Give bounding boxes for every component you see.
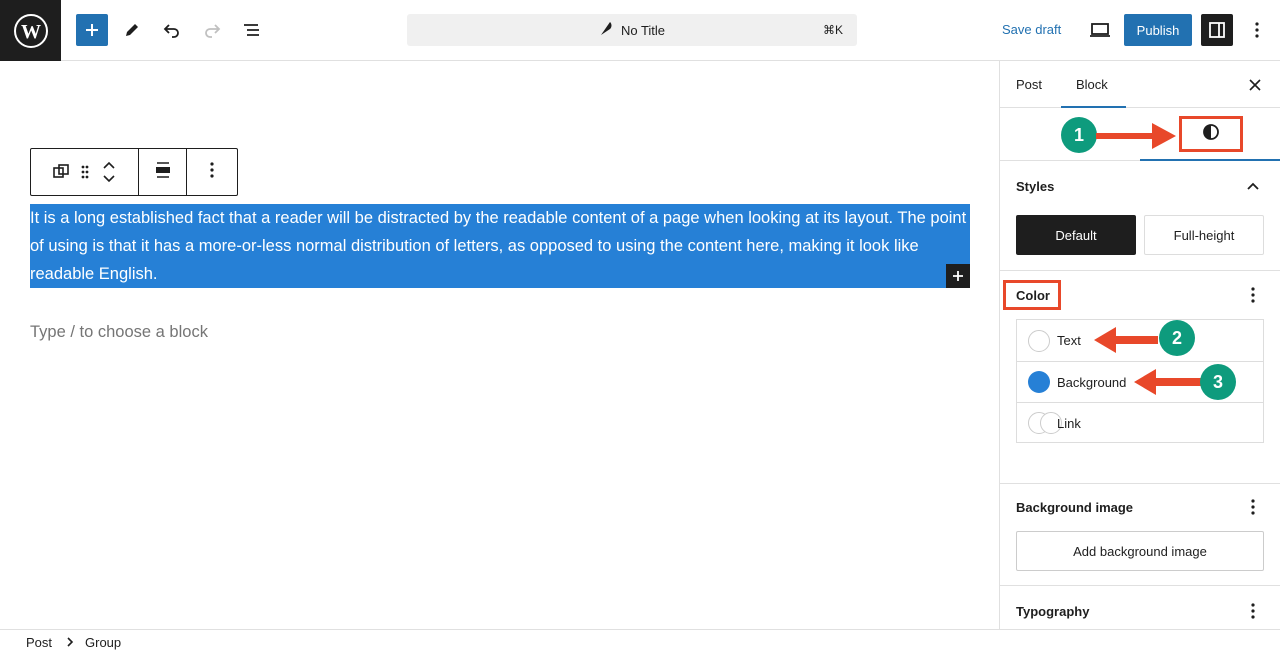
command-palette-bar[interactable]: No Title ⌘K bbox=[407, 14, 857, 46]
feather-pen-icon bbox=[599, 20, 613, 41]
typography-title: Typography bbox=[1016, 604, 1090, 619]
publish-button[interactable]: Publish bbox=[1124, 14, 1192, 46]
add-background-image-button[interactable]: Add background image bbox=[1016, 531, 1264, 571]
styles-tab-indicator bbox=[1140, 159, 1280, 161]
block-options-button[interactable] bbox=[187, 149, 237, 195]
undo-icon[interactable] bbox=[156, 14, 188, 46]
color-item-label: Text bbox=[1057, 333, 1081, 348]
breadcrumb-group[interactable]: Group bbox=[85, 635, 121, 650]
color-panel-title: Color bbox=[1016, 288, 1050, 303]
empty-swatch-icon bbox=[1028, 329, 1050, 352]
chevron-up-icon[interactable] bbox=[1241, 174, 1265, 198]
editor-canvas[interactable]: It is a long established fact that a rea… bbox=[0, 61, 999, 629]
panel-divider bbox=[1000, 585, 1280, 586]
background-image-title: Background image bbox=[1016, 500, 1134, 515]
close-icon[interactable] bbox=[1243, 73, 1267, 97]
block-subtabs: 1 bbox=[1000, 108, 1280, 161]
drag-handle-icon[interactable] bbox=[73, 149, 97, 195]
annotation-arrow-1 bbox=[1096, 123, 1176, 149]
paragraph-text[interactable]: It is a long established fact that a rea… bbox=[30, 209, 966, 283]
annotation-arrow-2 bbox=[1094, 327, 1158, 353]
breadcrumb: Post Group bbox=[0, 629, 1280, 654]
options-menu-icon[interactable] bbox=[1241, 14, 1273, 46]
breadcrumb-post[interactable]: Post bbox=[26, 635, 52, 650]
document-title: No Title bbox=[620, 22, 666, 38]
annotation-arrow-3 bbox=[1134, 369, 1202, 395]
color-item-label: Link bbox=[1057, 415, 1081, 431]
color-item-label: Background bbox=[1057, 374, 1127, 390]
typography-options-icon[interactable] bbox=[1241, 599, 1265, 623]
tab-post[interactable]: Post bbox=[1016, 77, 1042, 92]
block-toolbar bbox=[30, 148, 238, 196]
background-image-options-icon[interactable] bbox=[1241, 495, 1265, 519]
shortcut-hint: ⌘K bbox=[822, 23, 843, 37]
panel-divider bbox=[1000, 483, 1280, 484]
annotation-marker-3: 3 bbox=[1200, 364, 1236, 400]
align-button[interactable] bbox=[139, 149, 187, 195]
selected-paragraph-block[interactable]: It is a long established fact that a rea… bbox=[30, 204, 970, 288]
sidebar-tabs: Post Block bbox=[1000, 61, 1280, 108]
annotation-marker-2: 2 bbox=[1159, 320, 1195, 356]
move-up-down-icon[interactable] bbox=[97, 149, 121, 195]
color-options-icon[interactable] bbox=[1241, 283, 1265, 307]
tab-block[interactable]: Block bbox=[1076, 77, 1108, 92]
more-vertical-icon bbox=[210, 161, 214, 183]
style-full-height-button[interactable]: Full-height bbox=[1144, 215, 1264, 255]
align-icon bbox=[154, 161, 172, 184]
document-overview-icon[interactable] bbox=[236, 14, 268, 46]
style-default-button[interactable]: Default bbox=[1016, 215, 1136, 255]
settings-sidebar: Post Block 1 Styles Default Full-height … bbox=[999, 61, 1280, 629]
color-item-link[interactable]: Link bbox=[1017, 402, 1263, 443]
annotation-marker-1: 1 bbox=[1061, 117, 1097, 153]
block-placeholder[interactable]: Type / to choose a block bbox=[30, 323, 208, 342]
top-toolbar: W No Title ⌘K Save draft Publish bbox=[0, 0, 1280, 61]
styles-panel-title: Styles bbox=[1016, 179, 1055, 194]
half-circle-styles-icon bbox=[1202, 123, 1220, 146]
blue-swatch-icon bbox=[1028, 371, 1050, 393]
wordpress-logo-icon[interactable]: W bbox=[0, 0, 61, 61]
chevron-right-icon bbox=[66, 635, 74, 650]
block-toolbar-group bbox=[31, 149, 139, 195]
panel-divider bbox=[1000, 270, 1280, 271]
styles-tab[interactable] bbox=[1179, 116, 1243, 152]
settings-sidebar-icon[interactable] bbox=[1201, 14, 1233, 46]
block-inserter-plus-icon[interactable] bbox=[946, 264, 970, 288]
add-block-button[interactable] bbox=[76, 14, 108, 46]
preview-device-icon[interactable] bbox=[1084, 14, 1116, 46]
save-draft-button[interactable]: Save draft bbox=[1002, 22, 1061, 37]
edit-tools-icon[interactable] bbox=[116, 14, 148, 46]
block-transform-icon[interactable] bbox=[49, 149, 73, 195]
svg-text:W: W bbox=[21, 21, 41, 43]
redo-icon[interactable] bbox=[196, 14, 228, 46]
